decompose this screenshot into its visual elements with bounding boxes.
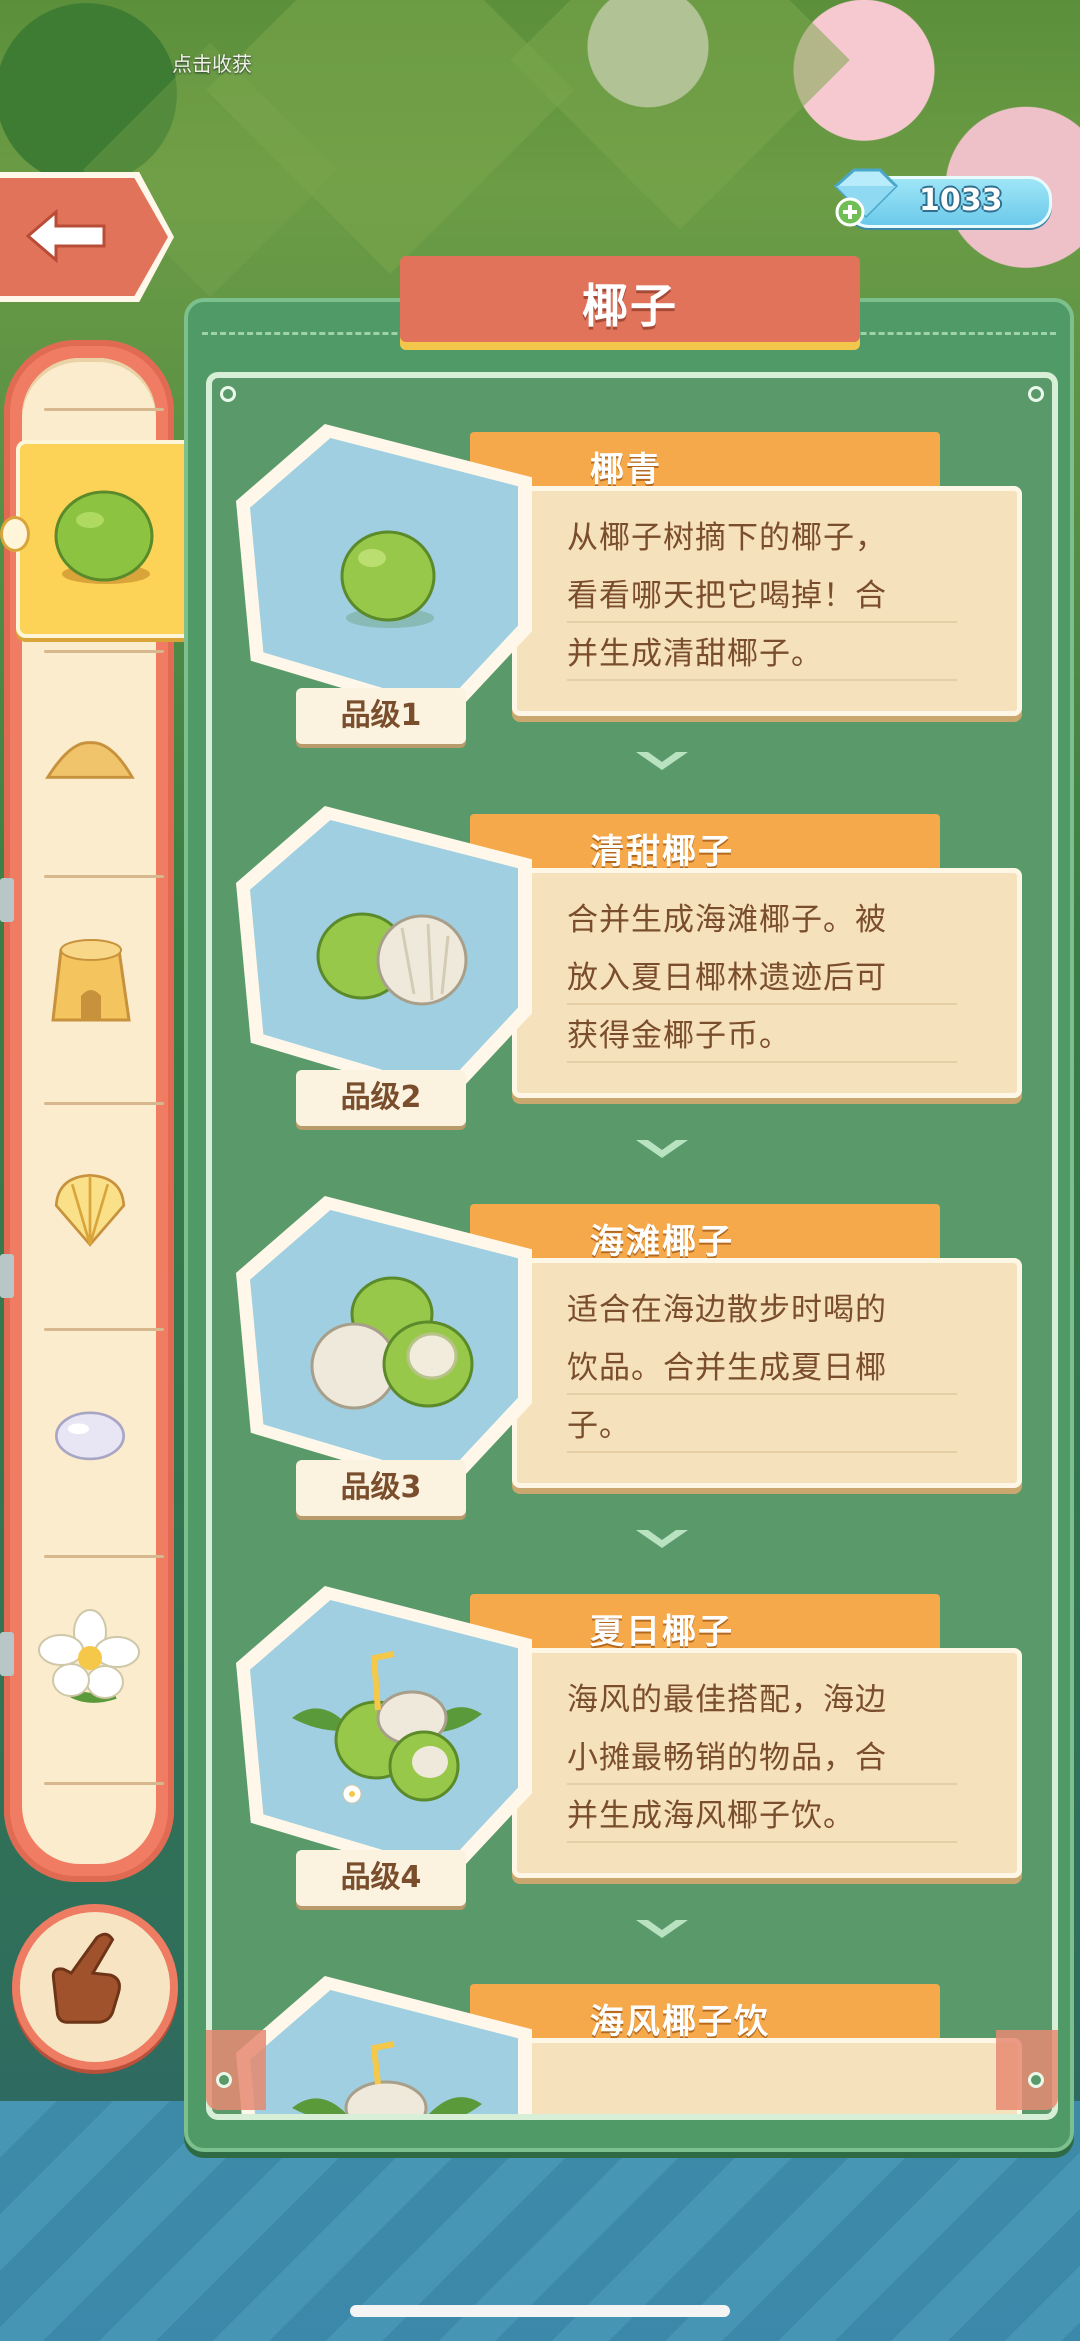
sidebar-divider [44,1782,164,1785]
sand-pile-icon [45,741,135,779]
harvest-hint[interactable]: 点击收获 [172,48,252,77]
sidebar-pin [0,516,30,552]
sidebar-item-sandcastle[interactable] [30,920,150,1040]
left-arrow-icon [25,208,106,264]
sidebar-divider [44,650,164,653]
chevron-down-icon [636,752,688,770]
seashell-icon [54,1173,126,1247]
grass-tile [510,0,850,230]
sidebar-item-flower[interactable] [30,1598,150,1718]
item-description-card: 合并生成海滩椰子。被 放入夏日椰林遗迹后可 获得金椰子币。 [512,868,1022,1117]
corner-rivet [220,386,236,402]
chevron-down-icon [636,1530,688,1548]
item-description: 合并生成海滩椰子。被 放入夏日椰林遗迹后可 获得金椰子币。 [567,902,887,1054]
chevron-down-icon [636,1920,688,1938]
item-description: 海风的最佳搭配，海边 小摊最畅销的物品，合 并生成海风椰子饮。 [567,1682,887,1834]
hand-button[interactable] [12,1904,178,2070]
item-name: 海滩椰子 [590,1222,734,1262]
chevron-down-icon [636,1140,688,1158]
item-description: 从椰子树摘下的椰子， 看看哪天把它喝掉！合 并生成清甜椰子。 [567,520,887,672]
list-item[interactable]: 椰青 从椰子树摘下的椰子， 看看哪天把它喝掉！合 并生成清甜椰子。 品级1 [212,424,1052,744]
scroll-notch [0,1254,14,1298]
sidebar-divider [44,1102,164,1105]
corner-rivet [216,2072,232,2088]
sidebar-item-green-coconut[interactable] [16,440,196,638]
panel-title: 椰子 [582,279,678,333]
home-indicator[interactable] [350,2305,730,2317]
grade-label: 品级3 [296,1460,466,1516]
item-list[interactable]: 椰青 从椰子树摘下的椰子， 看看哪天把它喝掉！合 并生成清甜椰子。 品级1 清甜… [206,372,1058,2120]
grade-label: 品级1 [296,688,466,744]
gem-count: 1033 [919,183,1003,218]
item-name: 夏日椰子 [590,1612,734,1652]
grade-label: 品级4 [296,1850,466,1906]
coconut-drink-straw-icon [292,1651,482,1804]
item-description-card: 海风的最佳搭配，海边 小摊最畅销的物品，合 并生成海风椰子饮。 [512,1648,1022,1897]
two-coconuts-icon [316,912,468,1006]
three-coconuts-icon [310,1276,474,1410]
corner-rivet [1028,386,1044,402]
list-item[interactable]: 清甜椰子 合并生成海滩椰子。被 放入夏日椰林遗迹后可 获得金椰子币。 品级2 [212,806,1052,1126]
pearl-icon [55,1411,125,1461]
green-coconut-icon [340,530,436,628]
sidebar-divider [44,1328,164,1331]
item-description-card: 适合在海边散步时喝的 饮品。合并生成夏日椰 子。 [512,1258,1022,1507]
item-name: 清甜椰子 [590,832,734,872]
scroll-notch [0,878,14,922]
sidebar-divider [44,408,164,411]
item-description: 适合在海边散步时喝的 饮品。合并生成夏日椰 子。 [567,1292,887,1444]
green-coconut-icon [54,490,154,584]
list-item[interactable]: 夏日椰子 海风的最佳搭配，海边 小摊最畅销的物品，合 并生成海风椰子饮。 品级4 [212,1586,1052,1906]
sidebar-item-shell[interactable] [30,1150,150,1270]
plumeria-flower-icon [38,1609,140,1703]
grade-label: 品级2 [296,1070,466,1126]
panel-bottom-edge [206,2030,1058,2110]
sidebar-divider [44,875,164,878]
pointing-hand-icon [51,1932,121,2024]
item-description-card: 从椰子树摘下的椰子， 看看哪天把它喝掉！合 并生成清甜椰子。 [512,486,1022,735]
diamond-plus-icon[interactable] [828,166,902,228]
scroll-notch [0,1632,14,1676]
sandcastle-icon [51,939,131,1022]
corner-rivet [1028,2072,1044,2088]
sidebar-divider [44,1555,164,1558]
list-item[interactable]: 海滩椰子 适合在海边散步时喝的 饮品。合并生成夏日椰 子。 品级3 [212,1196,1052,1516]
panel-title-banner: 椰子 [400,256,860,342]
item-name: 椰青 [590,450,662,490]
sidebar-item-pearl[interactable] [30,1375,150,1495]
sidebar-item-sand[interactable] [30,700,150,820]
